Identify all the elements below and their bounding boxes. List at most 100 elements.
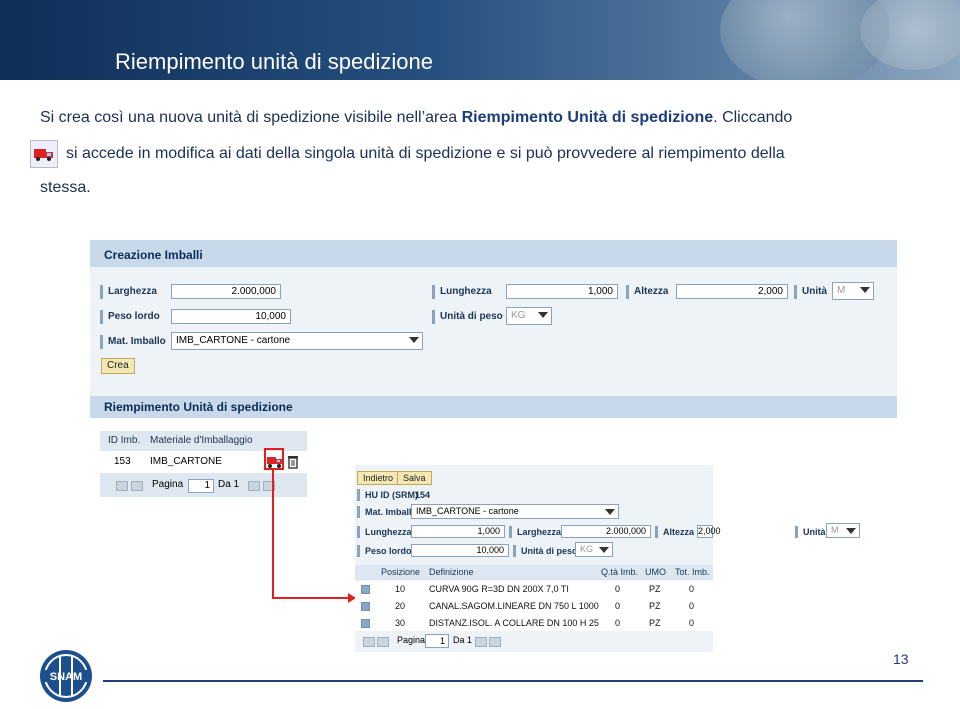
highlight-box xyxy=(264,448,284,470)
table-row[interactable]: 20 CANAL.SAGOM.LINEARE DN 750 L 1000 0 P… xyxy=(355,598,713,616)
chevron-down-icon xyxy=(860,287,870,293)
para-text: Si crea così una nuova unità di spedizio… xyxy=(40,109,462,126)
page-total: Da 1 xyxy=(218,479,240,490)
larghezza-label: Larghezza xyxy=(509,526,561,538)
mat-imballo-label: Mat. Imballo xyxy=(100,335,166,349)
mat-imballo-select[interactable]: IMB_CARTONE - cartone xyxy=(411,504,619,519)
altezza-field[interactable]: 2,000 xyxy=(676,284,788,299)
column-header: Materiale d'Imballaggio xyxy=(150,435,253,446)
chevron-down-icon xyxy=(599,547,609,553)
unita-peso-label: Unità di peso xyxy=(432,310,503,324)
unita-peso-select-value: KG xyxy=(580,544,594,554)
lunghezza-label: Lunghezza xyxy=(432,285,492,299)
next-page-button[interactable] xyxy=(248,481,260,491)
lunghezza-field[interactable]: 1,000 xyxy=(411,525,505,538)
page-input[interactable]: 1 xyxy=(188,479,214,493)
crea-button[interactable]: Crea xyxy=(101,358,135,374)
larghezza-field[interactable]: 2.000,000 xyxy=(561,525,651,538)
slide-title: Riempimento unità di spedizione xyxy=(115,49,433,74)
last-page-button[interactable] xyxy=(489,637,501,647)
paragraph-line-2: si accede in modifica ai dati della sing… xyxy=(66,145,785,162)
unita-select-value: M xyxy=(837,285,846,296)
unita-spedizione-detail-panel: Indietro Salva HU ID (SRM) 154 Mat. Imba… xyxy=(355,465,721,652)
chevron-down-icon xyxy=(846,528,856,534)
pagina-label: Pagina xyxy=(152,479,184,490)
section-header: Creazione Imballi xyxy=(90,240,897,267)
column-header: Posizione xyxy=(381,567,421,577)
unita-select[interactable]: M xyxy=(826,523,860,538)
umo-cell: PZ xyxy=(649,618,661,628)
row-select-checkbox[interactable] xyxy=(361,602,370,611)
snam-logo: SNAM xyxy=(38,648,94,704)
posizione-cell: 30 xyxy=(395,618,406,628)
unita-peso-label: Unità di peso xyxy=(513,545,578,557)
pagination: Pagina 1 Da 1 xyxy=(355,631,713,652)
unita-peso-select[interactable]: KG xyxy=(506,307,552,325)
lunghezza-field[interactable]: 1,000 xyxy=(506,284,618,299)
peso-lordo-label: Peso lordo xyxy=(357,545,412,557)
hu-id-label: HU ID (SRM) xyxy=(357,489,418,501)
peso-lordo-field[interactable]: 10,000 xyxy=(171,309,291,324)
unita-peso-select[interactable]: KG xyxy=(575,542,613,557)
id-cell: 153 xyxy=(114,456,131,467)
first-page-button[interactable] xyxy=(363,637,375,647)
peso-lordo-field[interactable]: 10,000 xyxy=(411,544,509,557)
definizione-cell: CANAL.SAGOM.LINEARE DN 750 L 1000 xyxy=(429,601,599,611)
prev-page-button[interactable] xyxy=(131,481,143,491)
pagination: Pagina 1 Da 1 xyxy=(100,475,307,497)
next-page-button[interactable] xyxy=(475,637,487,647)
mat-imballo-select[interactable]: IMB_CARTONE - cartone xyxy=(171,332,423,350)
para-bold-text: Riempimento Unità di spedizione xyxy=(461,109,714,126)
arrow-line xyxy=(272,597,350,599)
tot-cell: 0 xyxy=(689,618,695,628)
altezza-field[interactable]: 2,000 xyxy=(697,525,721,538)
pagina-label: Pagina xyxy=(397,635,426,645)
prev-page-button[interactable] xyxy=(377,637,389,647)
trash-icon[interactable] xyxy=(287,454,299,474)
page-total: Da 1 xyxy=(453,635,473,645)
arrow-line xyxy=(272,470,274,598)
column-header: Definizione xyxy=(429,567,474,577)
lunghezza-label: Lunghezza xyxy=(357,526,412,538)
unita-select-value: M xyxy=(831,525,839,535)
first-page-button[interactable] xyxy=(116,481,128,491)
column-header: ID Imb. xyxy=(108,435,141,446)
unita-select[interactable]: M xyxy=(832,282,874,300)
logo-text: SNAM xyxy=(50,671,82,683)
qta-cell: 0 xyxy=(615,584,621,594)
chevron-down-icon xyxy=(605,509,615,515)
unita-label: Unità xyxy=(794,285,827,299)
peso-lordo-label: Peso lordo xyxy=(100,310,160,324)
truck-icon xyxy=(30,140,58,168)
unita-peso-select-value: KG xyxy=(511,310,526,321)
qta-cell: 0 xyxy=(615,618,621,628)
column-header: Tot. Imb. xyxy=(675,567,710,577)
hu-id-value: 154 xyxy=(415,490,431,500)
page-input[interactable]: 1 xyxy=(425,634,449,648)
section-header: Riempimento Unità di spedizione xyxy=(90,396,897,418)
tot-cell: 0 xyxy=(689,601,695,611)
umo-cell: PZ xyxy=(649,584,661,594)
umo-cell: PZ xyxy=(649,601,661,611)
posizione-cell: 10 xyxy=(395,584,406,594)
qta-cell: 0 xyxy=(615,601,621,611)
page-number: 13 xyxy=(893,651,909,667)
larghezza-field[interactable]: 2.000,000 xyxy=(171,284,281,299)
row-select-checkbox[interactable] xyxy=(361,619,370,628)
row-select-checkbox[interactable] xyxy=(361,585,370,594)
indietro-button[interactable]: Indietro xyxy=(357,471,400,485)
definizione-cell: CURVA 90G R=3D DN 200X 7,0 TI xyxy=(429,584,569,594)
posizione-cell: 20 xyxy=(395,601,406,611)
chevron-down-icon xyxy=(409,337,419,343)
creazione-imballi-panel: Creazione Imballi Larghezza 2.000,000 Lu… xyxy=(90,240,897,418)
footer-divider xyxy=(103,680,923,682)
salva-button[interactable]: Salva xyxy=(397,471,432,485)
mat-imballo-label: Mat. Imballo xyxy=(357,506,417,518)
material-cell: IMB_CARTONE xyxy=(150,456,222,467)
table-row[interactable]: 10 CURVA 90G R=3D DN 200X 7,0 TI 0 PZ 0 xyxy=(355,581,713,599)
larghezza-label: Larghezza xyxy=(100,285,157,299)
paragraph-line-1: Si crea così una nuova unità di spedizio… xyxy=(40,108,792,128)
title-banner: Riempimento unità di spedizione xyxy=(0,0,960,80)
definizione-cell: DISTANZ.ISOL. A COLLARE DN 100 H 25 xyxy=(429,618,599,628)
paragraph-line-3: stessa. xyxy=(40,179,91,196)
